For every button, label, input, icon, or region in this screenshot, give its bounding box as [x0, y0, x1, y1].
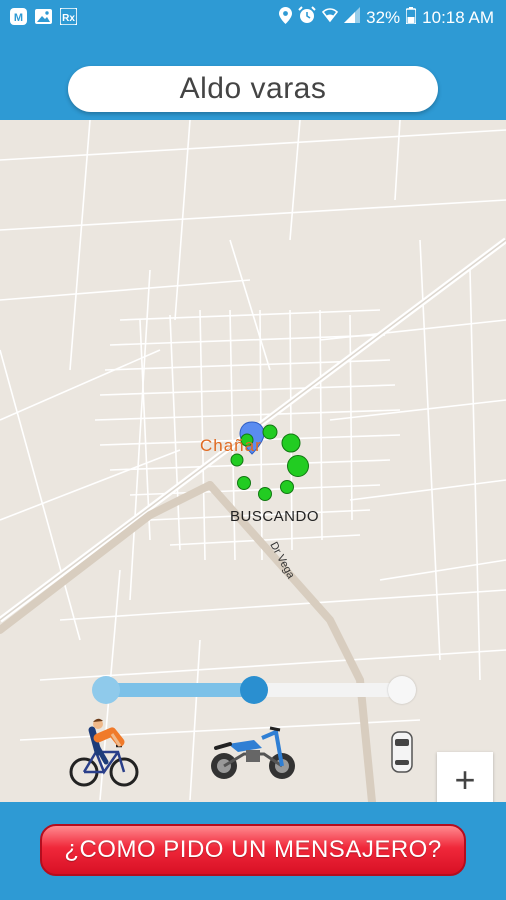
car-icon [390, 730, 414, 774]
location-label: Chañar [200, 436, 262, 455]
signal-icon [344, 7, 361, 28]
user-name-title: Aldo varas [68, 66, 438, 112]
prescription-notification-icon: Rx [60, 8, 77, 25]
wifi-icon [322, 7, 339, 28]
slider-end-dot [388, 676, 416, 704]
system-indicators: 32% 10:18 AM [279, 6, 494, 29]
how-to-order-button[interactable]: ¿COMO PIDO UN MENSAJERO? [40, 824, 466, 876]
motorcycle-icon[interactable] [208, 726, 300, 782]
battery-percent: 32% [366, 7, 401, 27]
slider-thumb[interactable] [240, 676, 268, 704]
clock: 10:18 AM [422, 7, 494, 27]
notification-icons: M Rx [10, 8, 77, 25]
messenger-notification-icon: M [10, 8, 27, 25]
app-header: Aldo varas [0, 34, 506, 120]
zoom-in-button[interactable]: + [437, 752, 493, 802]
battery-icon [405, 6, 417, 29]
slider-fill [100, 683, 254, 697]
bottom-bar: ¿COMO PIDO UN MENSAJERO? [0, 802, 506, 900]
vehicle-slider[interactable] [92, 676, 416, 704]
slider-start-dot [92, 676, 120, 704]
svg-text:Rx: Rx [62, 13, 75, 24]
location-icon [279, 6, 293, 29]
map-view[interactable]: Chañar BUSCANDO Dr Vega + [0, 120, 506, 802]
svg-text:M: M [14, 12, 23, 24]
status-bar: M Rx 32% 10:18 AM [0, 0, 506, 34]
searching-status: BUSCANDO [230, 508, 320, 525]
alarm-icon [298, 6, 316, 29]
bicycle-icon[interactable] [68, 716, 140, 788]
image-notification-icon [35, 8, 52, 25]
